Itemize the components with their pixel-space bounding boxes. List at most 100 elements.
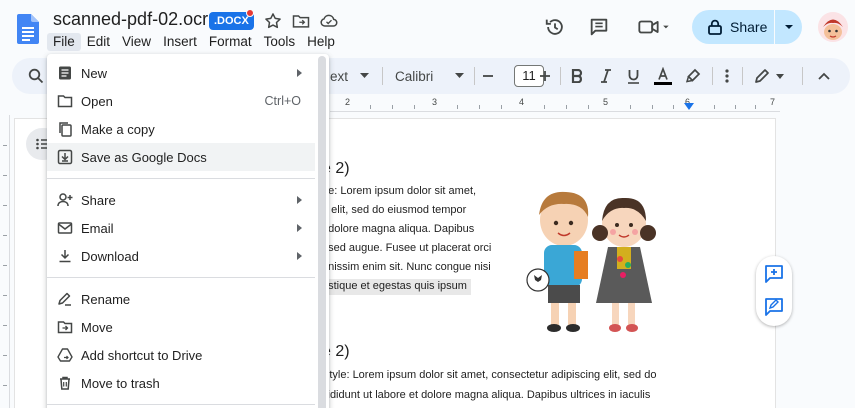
menu-tools[interactable]: Tools [258, 33, 302, 51]
save-down-icon [57, 149, 73, 165]
text-color-button[interactable] [654, 58, 672, 94]
ruler-tick [3, 325, 7, 326]
document-text-line: g elit, sed do eiusmod tempor [322, 204, 467, 216]
menu-item-new[interactable]: New [47, 59, 315, 87]
horizontal-ruler[interactable]: 2 3 4 5 6 7 [330, 97, 780, 111]
menu-item-make-a-copy[interactable]: Make a copy [47, 115, 315, 143]
menu-insert[interactable]: Insert [157, 33, 203, 51]
ruler-tick [457, 105, 458, 109]
menu-item-label: Add shortcut to Drive [81, 347, 203, 363]
move-folder-icon[interactable] [291, 11, 311, 31]
menu-scrollbar[interactable] [318, 56, 326, 408]
text-color-icon [654, 67, 672, 85]
document-title[interactable]: scanned-pdf-02.ocr [53, 9, 208, 30]
more-options-button[interactable] [725, 58, 729, 94]
menu-item-label: Rename [81, 291, 131, 307]
share-main-button[interactable]: Share [692, 10, 774, 44]
menu-item-rename[interactable]: Rename [47, 285, 315, 313]
menu-item-move-to-trash[interactable]: Move to trash [47, 369, 315, 397]
doc-icon [59, 66, 71, 80]
menu-item-open[interactable]: Open Ctrl+O [47, 87, 315, 115]
toolbar-divider [802, 67, 803, 85]
ruler-tick [370, 105, 371, 109]
bold-button[interactable] [571, 58, 583, 94]
search-icon [28, 68, 44, 84]
share-label: Share [730, 19, 768, 35]
ruler-tick [673, 105, 674, 109]
menu-divider [47, 404, 315, 405]
menu-item-add-shortcut-to-drive[interactable]: Add shortcut to Drive [47, 341, 315, 369]
toolbar-divider [712, 67, 713, 85]
star-icon[interactable] [263, 11, 283, 31]
increase-font-size-button[interactable] [539, 58, 551, 94]
avatar[interactable] [818, 12, 848, 42]
document-text-line: Style: Lorem ipsum dolor sit amet, conse… [322, 369, 657, 381]
caret-down-icon [776, 73, 784, 79]
submenu-arrow-icon [297, 252, 302, 260]
right-indent-marker-icon[interactable] [684, 103, 694, 111]
download-icon [59, 250, 71, 263]
version-history-icon[interactable] [544, 16, 566, 38]
comments-icon[interactable] [588, 16, 610, 38]
search-menus[interactable] [28, 58, 44, 94]
menu-file[interactable]: File [47, 33, 81, 51]
document-text-line: gnissim enim sit. Nunc congue nisi [322, 261, 491, 273]
ruler-tick [588, 105, 589, 109]
ruler-tick [566, 105, 567, 109]
drive-shortcut-icon [57, 348, 73, 362]
underline-button[interactable] [627, 58, 640, 94]
menu-item-share[interactable]: Share [47, 186, 315, 214]
menu-item-download[interactable]: Download [47, 242, 315, 270]
decrease-font-size-button[interactable] [482, 58, 494, 94]
toolbar-divider [382, 67, 383, 85]
menu-item-label: Move [81, 319, 113, 335]
ruler-number: 3 [432, 97, 438, 107]
document-text-line: t dolore magna aliqua. Dapibus [322, 223, 475, 235]
italic-icon [601, 69, 611, 83]
share-dropdown[interactable] [775, 10, 802, 44]
menu-divider [47, 277, 315, 278]
italic-button[interactable] [600, 58, 612, 94]
menu-item-label: Email [81, 220, 114, 236]
share-button[interactable]: Share [692, 10, 802, 44]
bold-icon [571, 69, 583, 83]
suggest-edits-icon[interactable] [764, 297, 784, 317]
highlight-color-button[interactable] [685, 58, 701, 94]
menu-item-label: Share [81, 192, 116, 208]
docs-logo-icon[interactable] [17, 14, 39, 44]
ruler-tick [714, 105, 715, 109]
menu-item-label: Make a copy [81, 121, 155, 137]
menu-item-save-as-google-docs[interactable]: Save as Google Docs [47, 143, 315, 171]
document-text-line: rle: Lorem ipsum dolor sit amet, [322, 185, 477, 197]
menu-item-move[interactable]: Move [47, 313, 315, 341]
style-select[interactable]: ext [330, 58, 370, 94]
menu-divider [47, 178, 315, 179]
cloud-status-icon[interactable] [319, 11, 339, 31]
menu-view[interactable]: View [116, 33, 157, 51]
ruler-tick [544, 105, 545, 109]
ruler-tick [3, 295, 7, 296]
highlighter-icon [685, 68, 701, 83]
plus-icon [540, 71, 550, 81]
add-comment-icon[interactable] [764, 264, 784, 284]
menu-help[interactable]: Help [301, 33, 341, 51]
meet-icon[interactable] [636, 16, 672, 38]
vertical-ruler[interactable] [0, 115, 10, 408]
document-text-line-highlighted: ristique et egestas quis ipsum [322, 279, 471, 295]
title-bar: scanned-pdf-02.ocr .DOCX File Edit View … [0, 0, 855, 56]
ruler-tick [3, 235, 7, 236]
menu-edit[interactable]: Edit [81, 33, 116, 51]
lock-icon [708, 19, 722, 35]
ruler-number: 4 [519, 97, 525, 107]
file-menu: New Open Ctrl+O Make a copy Save as Goog… [47, 54, 329, 408]
menu-item-email[interactable]: Email [47, 214, 315, 242]
menu-format[interactable]: Format [203, 33, 258, 51]
ruler-tick [755, 105, 756, 109]
editing-mode-button[interactable] [754, 58, 784, 94]
ruler-baseline [330, 111, 780, 112]
font-select[interactable]: Calibri [395, 58, 465, 94]
hide-menus-button[interactable] [818, 58, 830, 94]
ruler-number: 5 [603, 97, 609, 107]
children-illustration [526, 191, 656, 332]
font-select-value: Calibri [395, 68, 434, 84]
